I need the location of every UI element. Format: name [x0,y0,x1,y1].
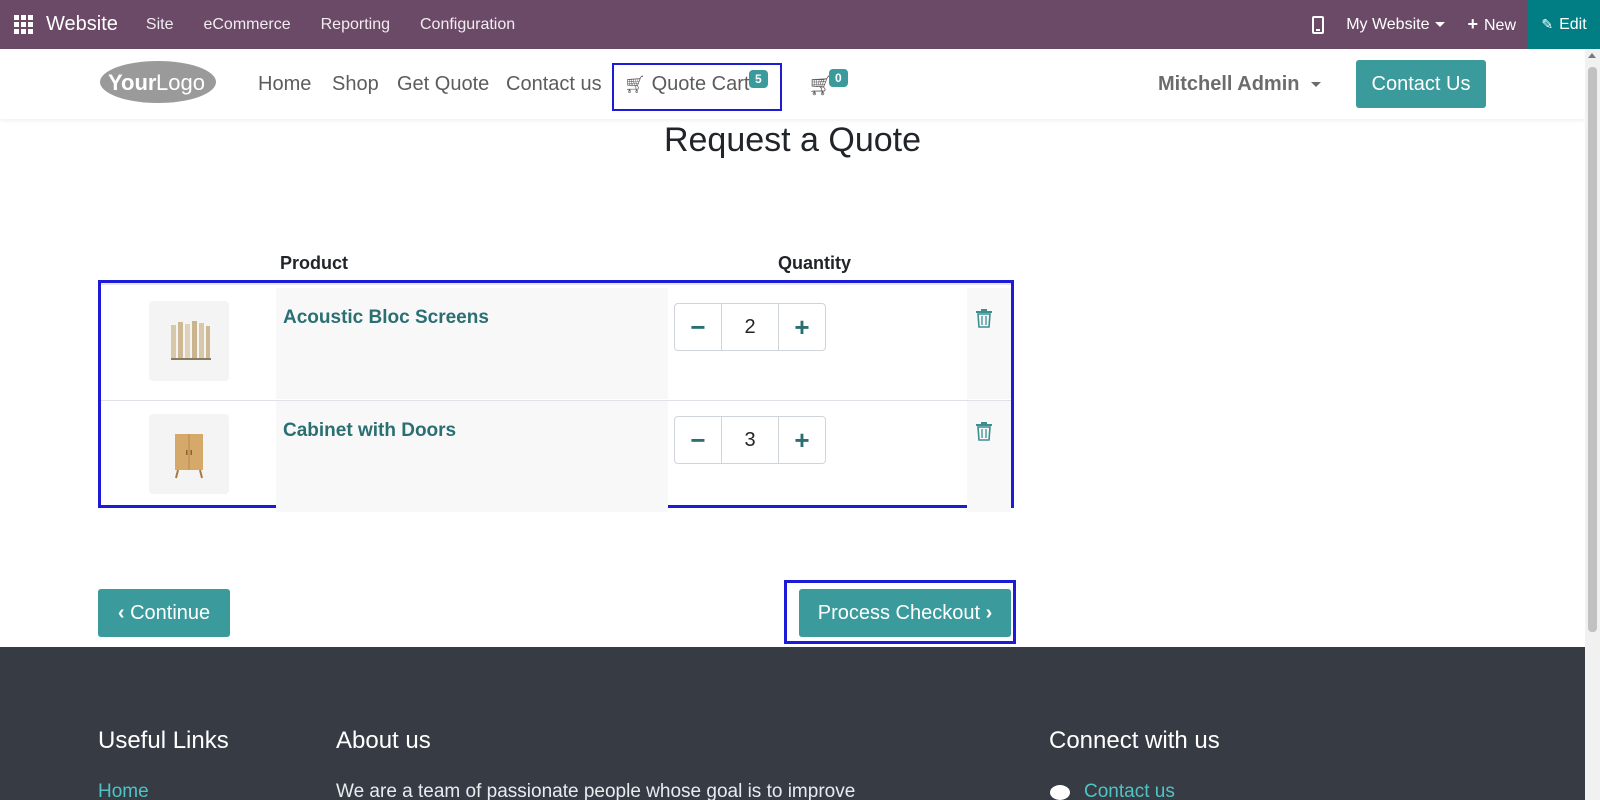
nav-shop[interactable]: Shop [332,73,379,96]
contact-us-button[interactable]: Contact Us [1356,60,1486,108]
pencil-icon: ✎ [1541,16,1554,32]
product-image-acoustic-bloc-screens[interactable] [149,301,229,381]
edit-button[interactable]: ✎ Edit [1528,0,1600,49]
continue-button[interactable]: ‹ Continue [98,589,230,637]
nav-home[interactable]: Home [258,73,311,96]
trash-icon[interactable] [975,421,993,441]
footer-link-home[interactable]: Home [98,781,149,800]
quote-cart-label: Quote Cart [651,73,750,95]
chevron-left-icon: ‹ [117,601,125,624]
svg-text:Your: Your [108,70,157,95]
table-row: Acoustic Bloc Screens − 2 + [101,288,1011,399]
quantity-input[interactable]: 3 [722,416,778,464]
quantity-stepper: − 2 + [674,303,826,351]
quantity-input[interactable]: 2 [722,303,778,351]
user-name: Mitchell Admin [1158,73,1300,95]
checkout-highlight: Process Checkout › [784,580,1016,644]
website-header: Your Logo Home Shop Get Quote Contact us… [0,49,1585,119]
page-scrollbar[interactable] [1585,49,1600,800]
quote-cart-table: Acoustic Bloc Screens − 2 + Cabinet with… [98,280,1014,512]
footer-link-contact-us[interactable]: Contact us [1084,781,1175,800]
shopping-cart-icon: 🛒︎ [624,75,646,94]
footer-about-title: About us [336,727,431,754]
new-button[interactable]: + New [1467,14,1516,35]
continue-label: Continue [130,601,211,624]
edit-button-label: Edit [1559,15,1587,33]
site-footer: Useful Links About us Connect with us Ho… [0,647,1585,800]
cart-count-badge: 0 [829,69,848,87]
caret-down-icon [1435,21,1446,27]
trash-icon[interactable] [975,308,993,328]
admin-menu-reporting[interactable]: Reporting [321,16,390,34]
product-name-cell: Acoustic Bloc Screens [276,288,668,399]
apps-grid-icon[interactable] [0,0,46,49]
quote-cart-link[interactable]: 🛒︎ Quote Cart 5 [612,63,782,111]
product-image-cabinet-with-doors[interactable] [149,414,229,494]
product-name-link[interactable]: Acoustic Bloc Screens [283,307,489,329]
svg-text:Logo: Logo [156,70,205,95]
admin-menu-ecommerce[interactable]: eCommerce [203,16,290,34]
scroll-up-arrow-icon[interactable] [1588,53,1596,58]
new-button-label: New [1483,17,1516,34]
table-row: Cabinet with Doors − 3 + [101,400,1011,512]
footer-connect-title: Connect with us [1049,727,1220,754]
plus-icon[interactable]: + [778,416,826,464]
mobile-icon[interactable] [1312,15,1325,34]
checkout-label: Process Checkout [817,601,981,624]
minus-icon[interactable]: − [674,416,722,464]
chevron-right-icon: › [985,601,993,624]
table-top-divider [101,283,1011,285]
footer-about-text: We are a team of passionate people whose… [336,781,856,800]
comment-icon [1050,785,1070,800]
quantity-stepper: − 3 + [674,416,826,464]
process-checkout-button[interactable]: Process Checkout › [799,589,1011,637]
page-title: Request a Quote [663,121,922,159]
site-selector-label: My Website [1346,15,1430,33]
user-menu[interactable]: Mitchell Admin [1158,73,1322,96]
admin-menu-site[interactable]: Site [146,16,174,34]
footer-useful-links-title: Useful Links [98,727,229,754]
minus-icon[interactable]: − [674,303,722,351]
caret-down-icon [1311,82,1322,88]
company-logo[interactable]: Your Logo [98,59,217,105]
nav-get-quote[interactable]: Get Quote [397,73,489,96]
quote-cart-count-badge: 5 [749,70,768,88]
admin-menu-configuration[interactable]: Configuration [420,16,515,34]
remove-cell [967,401,1011,512]
remove-cell [967,288,1011,399]
nav-contact-us[interactable]: Contact us [506,73,602,96]
plus-icon: + [1467,14,1478,34]
site-selector[interactable]: My Website [1346,15,1446,34]
product-column-header: Product [280,253,349,273]
admin-app-title[interactable]: Website [46,13,118,36]
plus-icon[interactable]: + [778,303,826,351]
admin-navbar: Website Site eCommerce Reporting Configu… [0,0,1600,49]
product-name-link[interactable]: Cabinet with Doors [283,420,456,442]
quantity-column-header: Quantity [778,253,852,273]
scrollbar-thumb[interactable] [1588,67,1597,632]
product-name-cell: Cabinet with Doors [276,401,668,512]
